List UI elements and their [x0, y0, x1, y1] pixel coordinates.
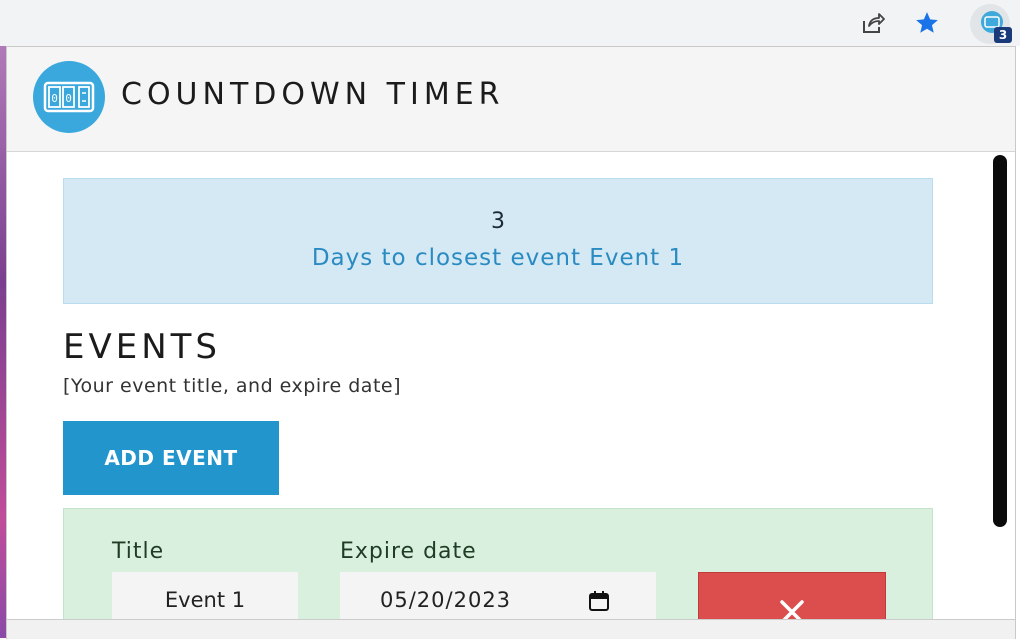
popup-bottom-edge [7, 619, 1015, 639]
scrollbar-thumb[interactable] [993, 155, 1007, 527]
extension-popup: 0 0 COUNTDOWN TIMER 3 Days to closest ev… [6, 46, 1016, 639]
countdown-timer-logo-icon: 0 0 [33, 61, 105, 133]
extension-badge: 3 [994, 27, 1012, 43]
star-icon[interactable] [914, 10, 940, 36]
calendar-icon[interactable] [588, 590, 610, 617]
browser-toolbar: 3 [0, 0, 1020, 46]
expire-date-label: Expire date [340, 539, 477, 564]
closest-event-text: Days to closest event Event 1 [311, 245, 685, 271]
app-title: COUNTDOWN TIMER [121, 77, 505, 112]
share-icon[interactable] [860, 10, 886, 36]
title-label: Title [112, 539, 165, 564]
svg-text:0: 0 [65, 92, 72, 105]
days-remaining-count: 3 [491, 209, 505, 234]
events-heading: EVENTS [63, 327, 222, 367]
event-title-value: Event 1 [164, 588, 246, 612]
popup-header: 0 0 COUNTDOWN TIMER [7, 47, 1015, 152]
events-subheading: [Your event title, and expire date] [63, 375, 401, 397]
expire-date-value: 05/20/2023 [380, 588, 512, 612]
add-event-button[interactable]: ADD EVENT [63, 421, 279, 495]
svg-text:0: 0 [51, 92, 58, 105]
closest-event-notice: 3 Days to closest event Event 1 [63, 178, 933, 304]
